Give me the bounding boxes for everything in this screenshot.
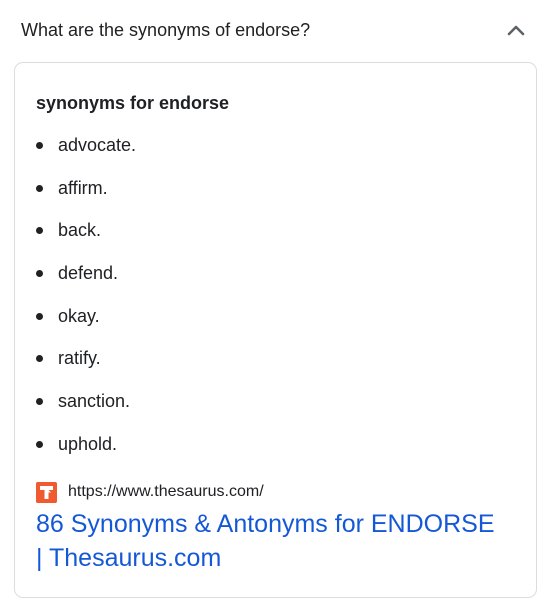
answer-card: synonyms for endorse advocate. affirm. b…	[14, 62, 537, 598]
synonym-text: affirm.	[58, 177, 108, 198]
result-title-link[interactable]: 86 Synonyms & Antonyms for ENDORSE | The…	[36, 507, 506, 575]
thesaurus-favicon-icon	[36, 482, 57, 503]
list-item: affirm.	[15, 176, 495, 219]
synonym-list: advocate. affirm. back. defend. okay. ra…	[15, 133, 495, 475]
faq-question-text[interactable]: What are the synonyms of endorse?	[21, 18, 310, 42]
list-item: sanction.	[15, 389, 495, 432]
bullet-icon	[36, 184, 43, 192]
list-item: defend.	[15, 261, 495, 304]
source-url[interactable]: https://www.thesaurus.com/	[68, 481, 264, 503]
synonym-text: okay.	[58, 305, 100, 326]
card-heading: synonyms for endorse	[36, 93, 230, 113]
bullet-icon	[36, 142, 43, 149]
list-item: ratify.	[15, 346, 495, 389]
bullet-icon	[36, 355, 43, 363]
chevron-up-icon[interactable]	[505, 19, 527, 41]
bullet-icon	[36, 398, 43, 406]
bullet-icon	[36, 440, 43, 448]
faq-question-header[interactable]: What are the synonyms of endorse?	[0, 0, 553, 60]
synonym-text: advocate.	[58, 135, 137, 155]
synonym-text: uphold.	[58, 433, 118, 454]
list-item: okay.	[15, 304, 495, 347]
list-item: back.	[15, 218, 495, 261]
synonym-text: ratify.	[58, 348, 101, 369]
bullet-icon	[36, 312, 43, 320]
list-item: advocate.	[15, 133, 495, 176]
bullet-icon	[36, 270, 43, 278]
list-item: uphold.	[15, 432, 495, 475]
synonym-text: back.	[58, 220, 102, 241]
synonym-text: defend.	[58, 263, 119, 284]
synonym-text: sanction.	[58, 391, 131, 412]
bullet-icon	[36, 227, 43, 235]
